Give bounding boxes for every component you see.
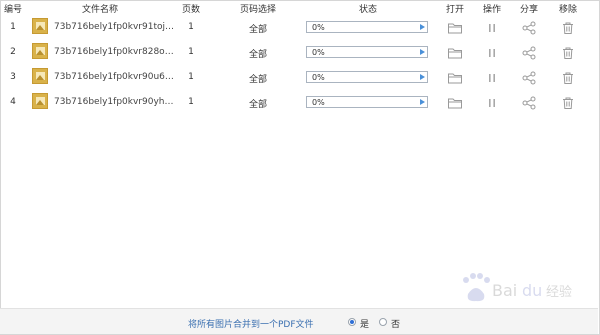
play-icon[interactable] bbox=[420, 49, 425, 55]
image-file-icon bbox=[32, 18, 48, 34]
play-icon[interactable] bbox=[420, 24, 425, 30]
page-range-select[interactable]: 全部 bbox=[249, 22, 267, 35]
image-file-icon bbox=[32, 68, 48, 84]
image-file-icon bbox=[32, 43, 48, 59]
progress-text: 0% bbox=[312, 73, 325, 82]
row-number: 1 bbox=[10, 22, 16, 32]
file-list: 1 73b716bely1fp0kvr91toj2... 1 全部 0% 2 7… bbox=[0, 15, 598, 115]
play-icon[interactable] bbox=[420, 99, 425, 105]
col-num: 编号 bbox=[3, 5, 23, 15]
progress-bar: 0% bbox=[306, 96, 428, 108]
share-icon[interactable] bbox=[521, 45, 537, 61]
progress-text: 0% bbox=[312, 23, 325, 32]
row-number: 4 bbox=[10, 97, 16, 107]
progress-text: 0% bbox=[312, 98, 325, 107]
share-icon[interactable] bbox=[521, 95, 537, 111]
play-icon[interactable] bbox=[420, 74, 425, 80]
trash-icon[interactable] bbox=[560, 20, 576, 36]
row-number: 2 bbox=[10, 47, 16, 57]
folder-icon[interactable] bbox=[447, 95, 463, 111]
share-icon[interactable] bbox=[521, 20, 537, 36]
folder-icon[interactable] bbox=[447, 20, 463, 36]
col-remove: 移除 bbox=[558, 5, 578, 15]
file-name: 73b716bely1fp0kvr828oj... bbox=[54, 47, 174, 57]
col-action: 操作 bbox=[482, 5, 502, 15]
progress-text: 0% bbox=[312, 48, 325, 57]
progress-bar: 0% bbox=[306, 71, 428, 83]
col-name: 文件名称 bbox=[81, 5, 119, 15]
file-name: 73b716bely1fp0kvr91toj2... bbox=[54, 22, 174, 32]
merge-label: 将所有图片合并到一个PDF文件 bbox=[188, 320, 314, 330]
col-pages: 页数 bbox=[181, 5, 201, 15]
table-row: 4 73b716bely1fp0kvr90yhj... 1 全部 0% bbox=[0, 90, 598, 115]
svg-text:经验: 经验 bbox=[546, 284, 572, 300]
merge-yes-radio[interactable] bbox=[348, 318, 356, 326]
pause-icon[interactable] bbox=[484, 45, 500, 61]
file-name: 73b716bely1fp0kvr90u6j... bbox=[54, 72, 174, 82]
trash-icon[interactable] bbox=[560, 95, 576, 111]
pause-icon[interactable] bbox=[484, 20, 500, 36]
col-status: 状态 bbox=[358, 5, 378, 15]
table-row: 2 73b716bely1fp0kvr828oj... 1 全部 0% bbox=[0, 40, 598, 65]
page-count: 1 bbox=[188, 47, 194, 57]
folder-icon[interactable] bbox=[447, 70, 463, 86]
page-range-select[interactable]: 全部 bbox=[249, 72, 267, 85]
merge-no-radio[interactable] bbox=[379, 318, 387, 326]
image-file-icon bbox=[32, 93, 48, 109]
merge-no-label[interactable]: 否 bbox=[391, 317, 400, 330]
page-range-select[interactable]: 全部 bbox=[249, 47, 267, 60]
baidu-watermark-logo: Bai du 经验 bbox=[463, 273, 572, 302]
svg-text:du: du bbox=[522, 281, 542, 300]
pause-icon[interactable] bbox=[484, 95, 500, 111]
table-row: 1 73b716bely1fp0kvr91toj2... 1 全部 0% bbox=[0, 15, 598, 40]
table-header: 编号 文件名称 页数 页码选择 状态 打开 操作 分享 移除 bbox=[0, 0, 598, 15]
col-range: 页码选择 bbox=[239, 5, 277, 15]
table-row: 3 73b716bely1fp0kvr90u6j... 1 全部 0% bbox=[0, 65, 598, 90]
trash-icon[interactable] bbox=[560, 70, 576, 86]
progress-bar: 0% bbox=[306, 21, 428, 33]
folder-icon[interactable] bbox=[447, 45, 463, 61]
page-range-select[interactable]: 全部 bbox=[249, 97, 267, 110]
row-number: 3 bbox=[10, 72, 16, 82]
merge-yes-label[interactable]: 是 bbox=[360, 317, 369, 330]
col-share: 分享 bbox=[519, 5, 539, 15]
col-open: 打开 bbox=[445, 5, 465, 15]
share-icon[interactable] bbox=[521, 70, 537, 86]
svg-text:Bai: Bai bbox=[492, 281, 517, 300]
page-count: 1 bbox=[188, 22, 194, 32]
file-name: 73b716bely1fp0kvr90yhj... bbox=[54, 97, 174, 107]
progress-bar: 0% bbox=[306, 46, 428, 58]
page-count: 1 bbox=[188, 97, 194, 107]
bottom-bar: 将所有图片合并到一个PDF文件 是 否 bbox=[0, 308, 598, 334]
trash-icon[interactable] bbox=[560, 45, 576, 61]
page-count: 1 bbox=[188, 72, 194, 82]
pause-icon[interactable] bbox=[484, 70, 500, 86]
